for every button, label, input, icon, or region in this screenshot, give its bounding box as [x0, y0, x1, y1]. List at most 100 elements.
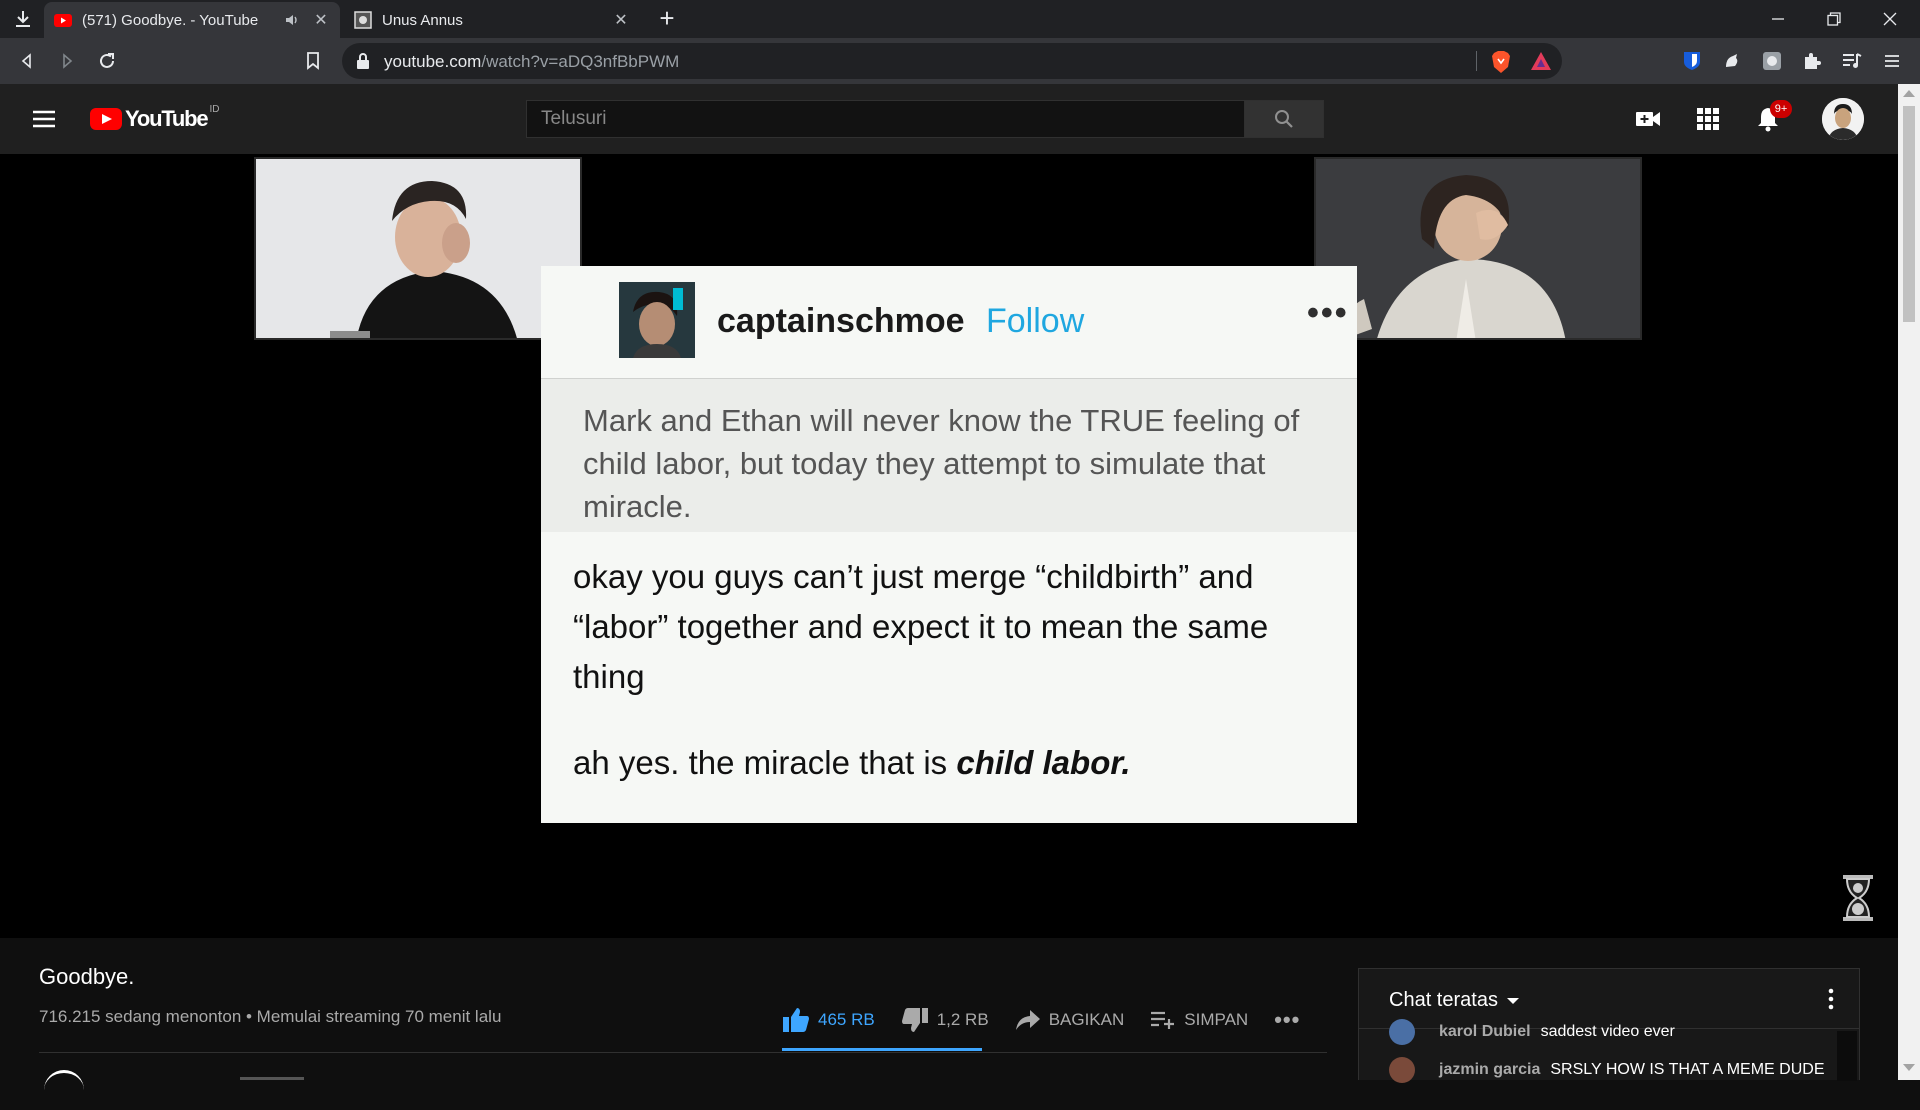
- unus-annus-hourglass-icon: [1842, 874, 1874, 922]
- brave-shields-icon[interactable]: [1490, 50, 1512, 74]
- post-username: captainschmoe: [717, 302, 965, 340]
- browser-tab-bar: (571) Goodbye. - YouTube ✕ Unus Annus ✕ …: [0, 0, 1920, 38]
- unus-annus-favicon-icon: [354, 11, 372, 29]
- save-label: SIMPAN: [1184, 1010, 1249, 1029]
- address-bar-divider: [1476, 51, 1477, 71]
- share-button[interactable]: BAGIKAN: [1015, 1009, 1125, 1031]
- notification-badge: 9+: [1770, 100, 1792, 118]
- live-chat: Chat teratas karol Dubiel saddest video …: [1358, 968, 1860, 1083]
- chat-message[interactable]: jazmin garcia SRSLY HOW IS THAT A MEME D…: [1389, 1057, 1825, 1083]
- forward-icon[interactable]: [54, 48, 80, 74]
- search-box: [526, 100, 1244, 138]
- post-more-icon: •••: [1307, 294, 1349, 332]
- video-title: Goodbye.: [39, 964, 135, 989]
- post-reply-second: ah yes. the miracle that is child labor.: [573, 738, 1343, 788]
- like-button[interactable]: 465 RB: [782, 1007, 875, 1033]
- save-button[interactable]: SIMPAN: [1150, 1010, 1248, 1030]
- chat-mode-selector[interactable]: Chat teratas: [1389, 989, 1498, 1012]
- thumbs-up-icon: [783, 1008, 809, 1032]
- chat-message[interactable]: karol Dubiel saddest video ever: [1389, 1019, 1675, 1045]
- minimize-icon[interactable]: [1758, 4, 1798, 34]
- bitwarden-extension-icon[interactable]: [1680, 49, 1704, 73]
- chat-scrollbar[interactable]: [1837, 1031, 1857, 1081]
- chat-text: SRSLY HOW IS THAT A MEME DUDE: [1550, 1061, 1825, 1078]
- video-actions: 465 RB 1,2 RB BAGIKAN SIMPAN •••: [782, 1000, 1326, 1040]
- chat-text: saddest video ever: [1540, 1023, 1675, 1040]
- post-reply-emphasis: child labor.: [956, 744, 1131, 781]
- extensions-puzzle-icon[interactable]: [1800, 49, 1824, 73]
- share-label: BAGIKAN: [1048, 1010, 1125, 1029]
- channel-avatar[interactable]: [44, 1070, 84, 1110]
- lock-icon[interactable]: [356, 52, 374, 70]
- scroll-down-arrow-icon[interactable]: [1903, 1064, 1915, 1071]
- new-tab-button[interactable]: +: [654, 5, 680, 32]
- like-dislike-ratio-bar: [782, 1048, 982, 1051]
- media-playlist-icon[interactable]: [1840, 49, 1864, 73]
- webcam-left: [254, 157, 582, 340]
- url-path: /watch?v=aDQ3nfBbPWM: [481, 52, 680, 71]
- tab-title: (571) Goodbye. - YouTube: [82, 11, 259, 29]
- post-follow-label: Follow: [986, 302, 1085, 340]
- chat-avatar: [1389, 1019, 1415, 1045]
- speaker-icon[interactable]: [284, 13, 302, 27]
- page-scrollbar[interactable]: [1898, 84, 1920, 1080]
- post-author-avatar: [619, 282, 695, 358]
- apps-grid-icon[interactable]: [1694, 105, 1722, 133]
- url-domain: youtube.com: [384, 52, 482, 71]
- screenshot-extension-icon[interactable]: [1760, 49, 1784, 73]
- chat-author[interactable]: karol Dubiel: [1439, 1023, 1531, 1041]
- youtube-logo[interactable]: YouTube ID: [90, 103, 220, 132]
- dislike-button[interactable]: 1,2 RB: [901, 1007, 989, 1033]
- more-actions-icon: •••: [1274, 1007, 1301, 1032]
- address-bar[interactable]: youtube.com/watch?v=aDQ3nfBbPWM: [342, 43, 1562, 79]
- create-video-icon[interactable]: [1634, 105, 1662, 133]
- chat-avatar: [1389, 1057, 1415, 1083]
- brave-rewards-icon[interactable]: [1530, 51, 1552, 71]
- tab-unus-annus[interactable]: Unus Annus ✕: [344, 2, 640, 38]
- youtube-play-icon: [90, 108, 122, 130]
- like-count: 465 RB: [818, 1010, 875, 1029]
- youtube-masthead: YouTube ID 9+: [0, 84, 1898, 154]
- post-header: captainschmoe Follow •••: [587, 266, 1357, 376]
- scroll-up-arrow-icon[interactable]: [1903, 90, 1915, 97]
- add-to-playlist-icon: [1151, 1011, 1175, 1029]
- post-reply-second-prefix: ah yes. the miracle that is: [573, 744, 957, 781]
- youtube-favicon-icon: [54, 11, 72, 29]
- url-text[interactable]: youtube.com/watch?v=aDQ3nfBbPWM: [384, 52, 679, 72]
- youtube-wordmark: YouTube: [125, 106, 209, 131]
- close-window-icon[interactable]: [1870, 4, 1910, 34]
- download-icon[interactable]: [10, 7, 36, 31]
- divider: [39, 1052, 1327, 1053]
- chat-more-icon[interactable]: [1821, 987, 1841, 1011]
- dislike-count: 1,2 RB: [936, 1010, 989, 1029]
- account-avatar[interactable]: [1822, 98, 1864, 140]
- search-icon: [1275, 110, 1293, 128]
- reload-icon[interactable]: [94, 48, 120, 74]
- chevron-down-icon[interactable]: [1507, 998, 1519, 1004]
- chat-author[interactable]: jazmin garcia: [1439, 1061, 1540, 1079]
- scrollbar-thumb[interactable]: [1903, 106, 1915, 322]
- video-view-meta: 716.215 sedang menonton • Memulai stream…: [39, 1007, 502, 1026]
- country-code: ID: [209, 103, 220, 115]
- thumbs-down-icon: [901, 1008, 928, 1032]
- search-input[interactable]: [527, 101, 1244, 137]
- webcam-right: [1314, 157, 1642, 340]
- bookmark-icon[interactable]: [300, 48, 326, 74]
- tab-title: Unus Annus: [382, 11, 463, 29]
- post-quote-text: Mark and Ethan will never know the TRUE …: [541, 378, 1357, 532]
- tumblr-post-screenshot: captainschmoe Follow ••• Mark and Ethan …: [541, 266, 1357, 823]
- tab-youtube[interactable]: (571) Goodbye. - YouTube ✕: [44, 2, 340, 38]
- guide-menu-icon[interactable]: [32, 107, 56, 131]
- browser-menu-icon[interactable]: [1880, 49, 1904, 73]
- close-tab-icon[interactable]: ✕: [612, 11, 630, 29]
- search-button[interactable]: [1244, 100, 1324, 138]
- video-player[interactable]: captainschmoe Follow ••• Mark and Ethan …: [0, 154, 1898, 938]
- close-tab-icon[interactable]: ✕: [312, 11, 330, 29]
- restore-icon[interactable]: [1814, 4, 1854, 34]
- rooster-extension-icon[interactable]: [1720, 49, 1744, 73]
- back-icon[interactable]: [14, 48, 40, 74]
- browser-toolbar: youtube.com/watch?v=aDQ3nfBbPWM: [0, 38, 1920, 84]
- post-reply-text: okay you guys can’t just merge “childbir…: [573, 558, 1269, 695]
- share-icon: [1015, 1010, 1040, 1030]
- more-actions-button[interactable]: •••: [1274, 1007, 1300, 1033]
